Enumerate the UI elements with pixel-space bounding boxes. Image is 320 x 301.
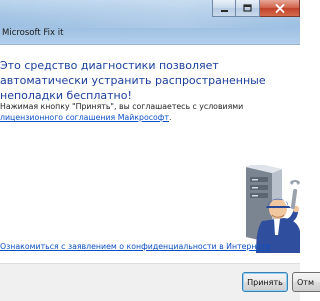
maximize-icon <box>243 3 252 12</box>
close-button[interactable] <box>260 0 300 17</box>
close-icon <box>275 3 284 13</box>
accept-button[interactable]: Принять <box>242 272 288 292</box>
agreement-text: Нажимая кнопку "Принять", вы соглашаетес… <box>0 101 296 123</box>
cancel-button[interactable]: Отм <box>292 272 320 292</box>
dialog-footer: Принять Отм <box>0 263 320 301</box>
window-title: Microsoft Fix it <box>2 28 64 38</box>
minimize-icon <box>220 9 228 12</box>
window-controls <box>212 0 300 18</box>
agreement-suffix: . <box>169 113 172 122</box>
privacy-statement-link[interactable]: Ознакомиться с заявлением о конфиденциал… <box>0 242 271 251</box>
title-bar: Microsoft Fix it <box>0 0 300 44</box>
license-agreement-link[interactable]: лицензионного соглашения Майкрософт <box>0 113 169 122</box>
dialog-content: Это средство диагностики позволяет автом… <box>0 44 300 263</box>
maximize-button[interactable] <box>236 0 260 17</box>
headline-text: Это средство диагностики позволяет автом… <box>0 59 266 102</box>
agreement-prefix: Нажимая кнопку "Принять", вы соглашаетес… <box>0 102 244 111</box>
minimize-button[interactable] <box>212 0 236 17</box>
technician-server-wrench-icon <box>246 165 300 253</box>
